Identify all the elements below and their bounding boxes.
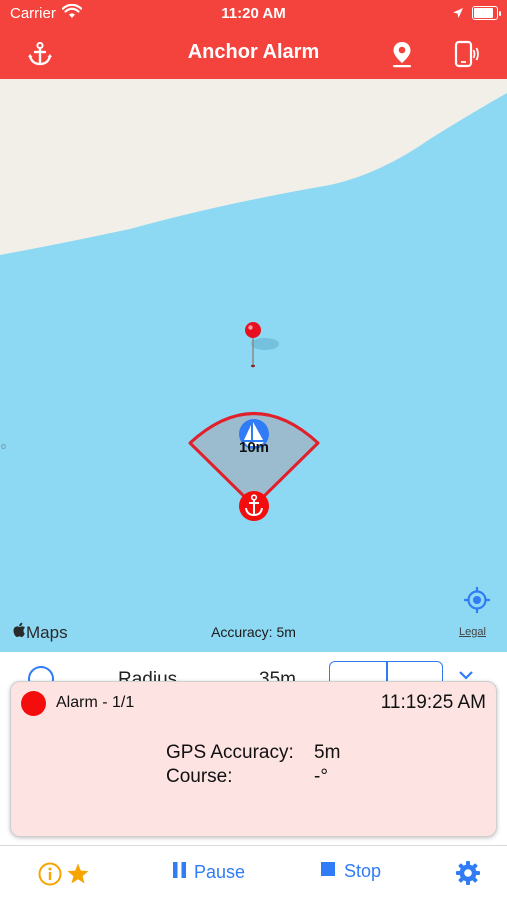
- info-circle-icon: [38, 862, 62, 891]
- course-value: -°: [314, 766, 328, 787]
- stop-button[interactable]: Stop: [320, 861, 381, 882]
- pause-label: Pause: [194, 862, 246, 882]
- info-star-button[interactable]: [38, 862, 90, 891]
- drop-pin-icon: [245, 322, 261, 338]
- gps-accuracy-label: GPS Accuracy:: [166, 742, 294, 763]
- alarm-card[interactable]: Alarm - 1/1 11:19:25 AM GPS Accuracy: 5m…: [10, 681, 497, 837]
- map-pin-icon[interactable]: [386, 38, 418, 70]
- radius-label: 10m: [238, 439, 270, 456]
- status-bar: Carrier 11:20 AM: [0, 0, 507, 28]
- gear-icon[interactable]: [455, 860, 481, 886]
- pause-button[interactable]: Pause: [171, 861, 245, 884]
- accuracy-label: Accuracy: 5m: [211, 624, 296, 640]
- tab-bar: Pause Stop: [0, 845, 507, 901]
- battery-icon: [472, 6, 501, 20]
- status-time: 11:20 AM: [221, 5, 286, 22]
- course-label: Course:: [166, 766, 233, 787]
- gps-accuracy-value: 5m: [314, 742, 341, 763]
- map-view[interactable]: o 10m Maps Accuracy: 5m Legal: [0, 79, 507, 652]
- pause-icon: [171, 861, 189, 884]
- alarm-status-dot: [21, 691, 46, 716]
- locate-me-icon[interactable]: [463, 586, 491, 619]
- star-icon: [66, 862, 90, 891]
- legal-link[interactable]: Legal: [459, 626, 486, 638]
- svg-text:o: o: [1, 441, 6, 451]
- map-canvas: o: [0, 79, 507, 521]
- stop-icon: [320, 861, 336, 882]
- location-arrow-icon: [452, 6, 464, 23]
- stop-label: Stop: [344, 861, 382, 881]
- alarm-time: 11:19:25 AM: [380, 692, 486, 713]
- page-title: Anchor Alarm: [187, 41, 320, 63]
- phone-vibrate-icon[interactable]: [450, 38, 482, 70]
- alarm-title: Alarm - 1/1: [56, 694, 135, 711]
- nav-bar: Anchor Alarm: [0, 28, 507, 79]
